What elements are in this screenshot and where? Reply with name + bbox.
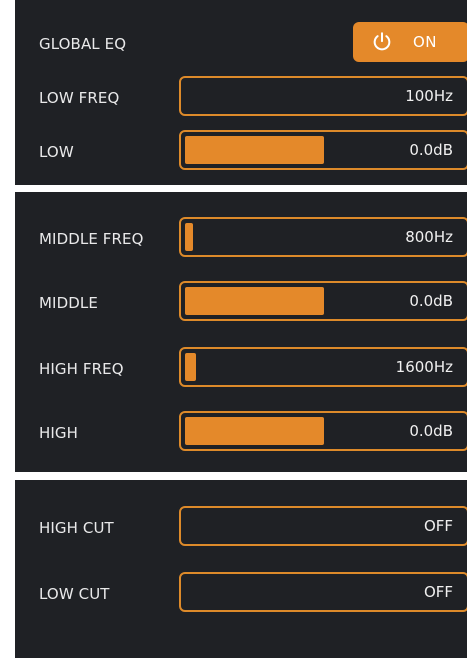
middle-gain-slider[interactable]: 0.0dB bbox=[179, 281, 467, 321]
high-gain-fill bbox=[185, 417, 324, 445]
high-gain-slider[interactable]: 0.0dB bbox=[179, 411, 467, 451]
low-freq-row: LOW FREQ 100Hz bbox=[15, 76, 467, 120]
high-row: HIGH 0.0dB bbox=[15, 411, 467, 455]
high-cut-label: HIGH CUT bbox=[39, 519, 114, 537]
power-state-label: ON bbox=[413, 33, 438, 51]
low-freq-slider[interactable]: 100Hz bbox=[179, 76, 467, 116]
low-cut-value: OFF bbox=[423, 583, 453, 601]
low-cut-row: LOW CUT OFF bbox=[15, 572, 467, 616]
global-eq-panel: GLOBAL EQ ON LOW FREQ 100Hz LOW 0.0dB bbox=[15, 0, 467, 185]
high-cut-row: HIGH CUT OFF bbox=[15, 506, 467, 550]
middle-gain-fill bbox=[185, 287, 324, 315]
middle-freq-slider[interactable]: 800Hz bbox=[179, 217, 467, 257]
mid-high-panel: MIDDLE FREQ 800Hz MIDDLE 0.0dB HIGH FREQ… bbox=[15, 192, 467, 472]
global-eq-power-button[interactable]: ON bbox=[353, 22, 467, 62]
high-label: HIGH bbox=[39, 424, 79, 442]
global-eq-label: GLOBAL EQ bbox=[39, 35, 127, 53]
high-freq-row: HIGH FREQ 1600Hz bbox=[15, 347, 467, 391]
low-freq-label: LOW FREQ bbox=[39, 89, 120, 107]
low-gain-value: 0.0dB bbox=[409, 141, 453, 159]
low-gain-fill bbox=[185, 136, 324, 164]
high-freq-value: 1600Hz bbox=[395, 358, 453, 376]
high-cut-value: OFF bbox=[423, 517, 453, 535]
low-cut-control[interactable]: OFF bbox=[179, 572, 467, 612]
power-icon bbox=[373, 32, 391, 51]
cut-filter-panel: HIGH CUT OFF LOW CUT OFF bbox=[15, 480, 467, 658]
middle-freq-label: MIDDLE FREQ bbox=[39, 230, 144, 248]
middle-label: MIDDLE bbox=[39, 294, 98, 312]
low-row: LOW 0.0dB bbox=[15, 130, 467, 174]
high-freq-slider[interactable]: 1600Hz bbox=[179, 347, 467, 387]
middle-gain-value: 0.0dB bbox=[409, 292, 453, 310]
middle-row: MIDDLE 0.0dB bbox=[15, 281, 467, 325]
low-cut-label: LOW CUT bbox=[39, 585, 110, 603]
high-cut-control[interactable]: OFF bbox=[179, 506, 467, 546]
high-freq-fill bbox=[185, 353, 196, 381]
middle-freq-value: 800Hz bbox=[405, 228, 453, 246]
low-gain-slider[interactable]: 0.0dB bbox=[179, 130, 467, 170]
low-label: LOW bbox=[39, 143, 74, 161]
high-freq-label: HIGH FREQ bbox=[39, 360, 124, 378]
high-gain-value: 0.0dB bbox=[409, 422, 453, 440]
low-freq-value: 100Hz bbox=[405, 87, 453, 105]
middle-freq-fill bbox=[185, 223, 193, 251]
middle-freq-row: MIDDLE FREQ 800Hz bbox=[15, 217, 467, 261]
